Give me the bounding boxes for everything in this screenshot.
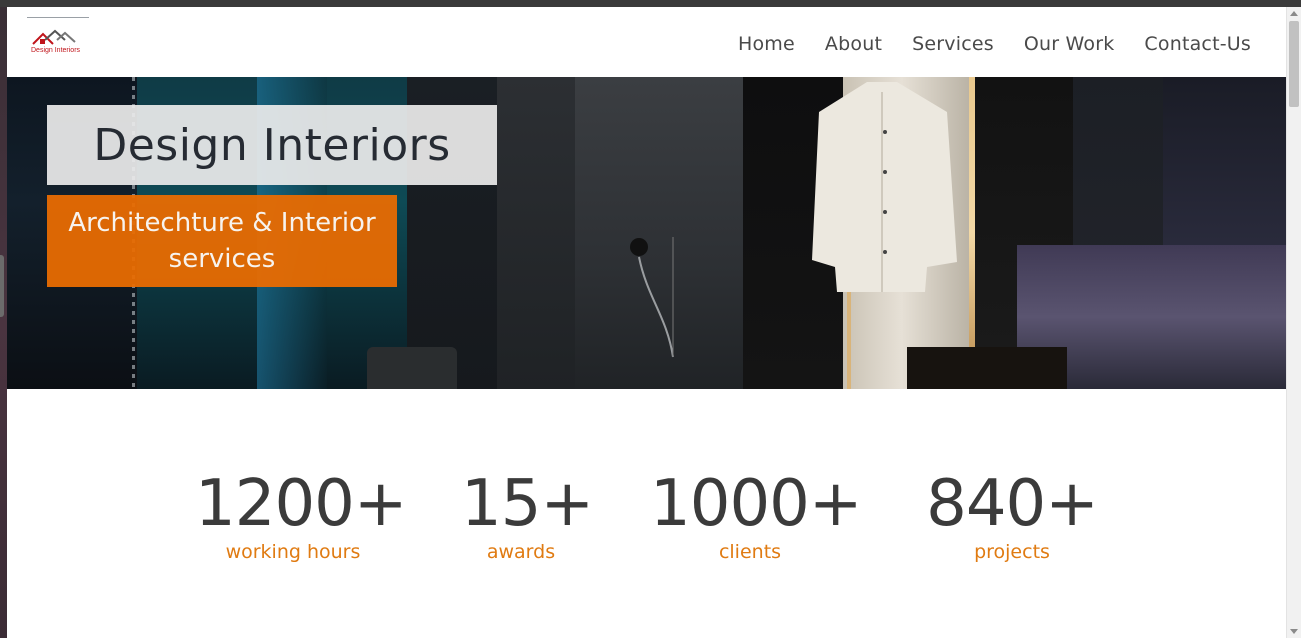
stat-value: 1200+ xyxy=(195,467,408,541)
stat-label: projects xyxy=(974,541,1050,563)
stat-value: 840+ xyxy=(926,467,1099,541)
nav-about[interactable]: About xyxy=(825,33,882,55)
site-logo[interactable]: Design Interiors xyxy=(27,17,89,58)
scrollbar-thumb[interactable] xyxy=(1289,21,1299,107)
stat-label: clients xyxy=(718,541,782,563)
page-viewport: Design Interiors Home About Services Our… xyxy=(7,7,1286,638)
stat-clients: 1000+ clients xyxy=(650,467,863,563)
stat-label: working hours xyxy=(225,541,361,563)
scroll-down-icon[interactable] xyxy=(1290,629,1298,634)
house-roof-icon xyxy=(32,29,76,45)
site-header: Design Interiors Home About Services Our… xyxy=(7,7,1286,77)
scroll-up-icon[interactable] xyxy=(1290,11,1298,16)
nav-services[interactable]: Services xyxy=(912,33,994,55)
nav-home[interactable]: Home xyxy=(738,33,795,55)
nav-contact-us[interactable]: Contact-Us xyxy=(1144,33,1251,55)
logo-text: Design Interiors xyxy=(31,47,81,54)
hero-subtitle-box: Architechture & Interior services xyxy=(47,195,397,287)
shower-fixture-icon xyxy=(630,237,674,358)
desktop-left-edge xyxy=(0,7,7,638)
stat-value: 1000+ xyxy=(650,467,863,541)
stat-value: 15+ xyxy=(461,467,594,541)
browser-top-strip xyxy=(0,0,1301,7)
stat-working-hours: 1200+ working hours xyxy=(195,467,408,563)
stats-section: 1200+ working hours 15+ awards 1000+ cli… xyxy=(7,389,1286,638)
stat-awards: 15+ awards xyxy=(461,467,594,563)
nav-our-work[interactable]: Our Work xyxy=(1024,33,1115,55)
main-nav: Home About Services Our Work Contact-Us xyxy=(738,29,1251,59)
hero-banner: Design Interiors Architechture & Interio… xyxy=(7,77,1286,389)
vertical-scrollbar[interactable] xyxy=(1286,7,1301,638)
hanging-shirt-image xyxy=(812,82,957,292)
stat-projects: 840+ projects xyxy=(924,469,1100,563)
hero-title: Design Interiors xyxy=(93,119,451,171)
stat-label: awards xyxy=(486,541,556,563)
hero-title-box: Design Interiors xyxy=(47,105,497,185)
side-panel-handle[interactable] xyxy=(0,255,4,317)
hero-subtitle: Architechture & Interior services xyxy=(68,208,376,274)
